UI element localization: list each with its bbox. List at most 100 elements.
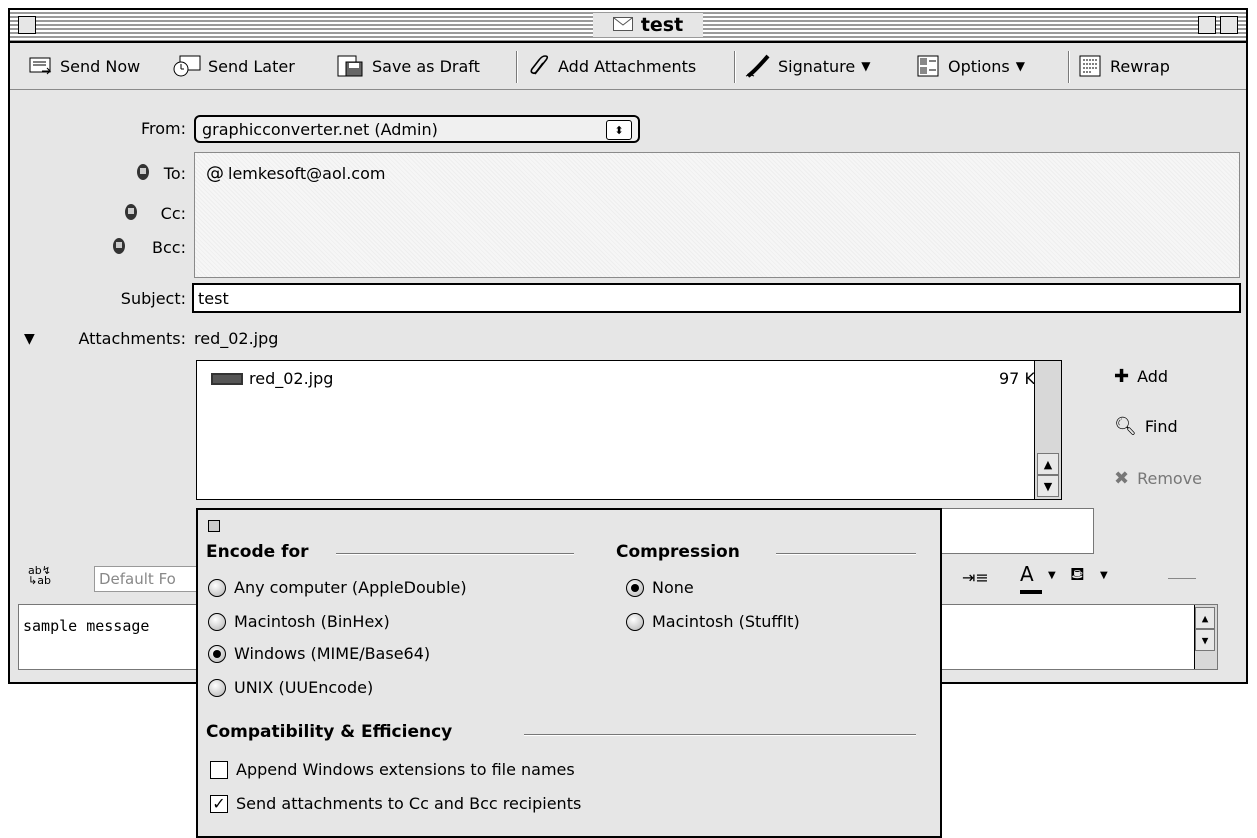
plus-icon: ✚ xyxy=(1114,366,1130,387)
updown-arrows-icon: ⬍ xyxy=(606,120,632,140)
encode-binhex-radio[interactable]: Macintosh (BinHex) xyxy=(208,612,390,631)
paint-bucket-icon[interactable]: ⛾ xyxy=(1070,564,1085,588)
toolbar-separator xyxy=(516,51,518,83)
attachments-list[interactable]: red_02.jpg 97 K ▲ ▼ xyxy=(196,360,1062,500)
add-label: Add xyxy=(1137,367,1169,386)
radio-button-icon xyxy=(208,578,226,597)
send-now-label: Send Now xyxy=(60,56,141,76)
section-rule xyxy=(776,553,916,555)
remove-label: Remove xyxy=(1137,469,1203,488)
title-bar[interactable]: test xyxy=(10,10,1246,43)
close-box[interactable] xyxy=(18,16,36,34)
list-item[interactable]: red_02.jpg xyxy=(211,369,333,388)
scroll-down-icon[interactable]: ▼ xyxy=(1195,629,1215,651)
toolbar: Send Now Send Later Save as Draft Add At… xyxy=(10,43,1246,90)
checkbox-icon xyxy=(210,760,228,779)
to-value: lemkesoft@aol.com xyxy=(228,164,386,183)
find-attachment-button[interactable]: 🔍︎ Find xyxy=(1114,416,1178,437)
section-rule xyxy=(524,734,916,736)
attachments-scrollbar[interactable]: ▲ ▼ xyxy=(1034,361,1061,499)
attachments-label: Attachments: xyxy=(78,329,186,348)
send-now-button[interactable]: Send Now xyxy=(28,43,140,89)
add-attachment-button[interactable]: ✚ Add xyxy=(1114,366,1168,387)
disclosure-triangle-icon[interactable]: ▼ xyxy=(24,331,35,347)
subject-label: Subject: xyxy=(120,289,186,308)
horizontal-rule-icon[interactable] xyxy=(1168,578,1196,579)
message-scrollbar[interactable]: ▲ ▼ xyxy=(1194,605,1217,669)
options-label: Options xyxy=(948,56,1010,76)
envelope-icon xyxy=(612,16,633,35)
compatibility-heading: Compatibility & Efficiency xyxy=(206,722,453,742)
toolbar-separator xyxy=(734,51,736,83)
image-file-icon xyxy=(211,372,243,385)
radio-label: None xyxy=(652,578,694,597)
add-attachments-button[interactable]: Add Attachments xyxy=(528,43,696,89)
scroll-down-icon[interactable]: ▼ xyxy=(1037,475,1059,497)
compression-heading: Compression xyxy=(616,542,740,562)
radio-button-selected-icon xyxy=(626,578,644,597)
signature-pen-icon xyxy=(745,54,770,78)
checkmark-icon: ✓ xyxy=(210,794,228,813)
rewrap-button[interactable]: Rewrap xyxy=(1078,43,1170,89)
options-button[interactable]: Options ▼ xyxy=(916,43,1025,89)
send-now-icon xyxy=(29,57,52,75)
compression-stuffit-radio[interactable]: Macintosh (StuffIt) xyxy=(626,612,800,631)
bcc-label: Bcc: xyxy=(152,238,186,257)
send-to-cc-bcc-checkbox[interactable]: ✓ Send attachments to Cc and Bcc recipie… xyxy=(210,794,581,813)
scroll-up-icon[interactable]: ▲ xyxy=(1195,607,1215,629)
signature-label: Signature xyxy=(778,56,856,76)
subject-input[interactable]: test xyxy=(192,283,1241,313)
spell-check-icon[interactable]: ab↯ ↳ab xyxy=(28,565,51,586)
radio-label: Windows (MIME/Base64) xyxy=(234,644,431,663)
from-value: graphicconverter.net (Admin) xyxy=(202,119,438,139)
dropdown-arrow-icon[interactable]: ▼ xyxy=(1100,570,1108,581)
from-popup[interactable]: graphicconverter.net (Admin) ⬍ xyxy=(194,115,640,143)
paperclip-icon xyxy=(530,55,549,75)
send-later-label: Send Later xyxy=(208,56,295,76)
remove-x-icon: ✖ xyxy=(1114,468,1130,489)
encode-base64-radio[interactable]: Windows (MIME/Base64) xyxy=(208,644,430,663)
radio-button-icon xyxy=(626,612,644,631)
compression-none-radio[interactable]: None xyxy=(626,578,694,597)
checkbox-label: Append Windows extensions to file names xyxy=(236,760,575,779)
address-book-icon xyxy=(124,203,138,225)
send-later-button[interactable]: Send Later xyxy=(172,43,295,89)
signature-button[interactable]: Signature ▼ xyxy=(744,43,870,89)
address-book-icon xyxy=(136,163,150,185)
options-icon xyxy=(917,55,939,77)
radio-button-icon xyxy=(208,612,226,631)
encode-uuencode-radio[interactable]: UNIX (UUEncode) xyxy=(208,678,373,697)
radio-label: Macintosh (StuffIt) xyxy=(652,612,800,631)
find-label: Find xyxy=(1144,417,1178,436)
remove-attachment-button[interactable]: ✖ Remove xyxy=(1114,468,1202,489)
dropdown-arrow-icon[interactable]: ▼ xyxy=(1048,570,1056,581)
at-icon: @ xyxy=(206,163,224,184)
font-menu[interactable]: Default Fo xyxy=(94,566,204,592)
radio-button-selected-icon xyxy=(208,644,226,663)
zoom-box[interactable] xyxy=(1198,16,1216,34)
radio-label: Any computer (AppleDouble) xyxy=(234,578,467,597)
to-recipient[interactable]: @ lemkesoft@aol.com xyxy=(206,163,385,184)
panel-close-box[interactable] xyxy=(208,520,220,532)
dropdown-arrow-icon: ▼ xyxy=(861,59,871,73)
text-color-icon[interactable]: A xyxy=(1020,562,1034,586)
encode-applesingle-radio[interactable]: Any computer (AppleDouble) xyxy=(208,578,467,597)
encode-for-heading: Encode for xyxy=(206,542,309,562)
append-extensions-checkbox[interactable]: Append Windows extensions to file names xyxy=(210,760,575,779)
indent-icon[interactable]: ⇥≡ xyxy=(962,568,989,587)
magnifier-icon: 🔍︎ xyxy=(1114,416,1137,437)
scroll-up-icon[interactable]: ▲ xyxy=(1037,453,1059,475)
save-draft-button[interactable]: Save as Draft xyxy=(336,43,480,89)
attachments-summary: red_02.jpg xyxy=(194,329,279,348)
radio-label: Macintosh (BinHex) xyxy=(234,612,390,631)
collapse-box[interactable] xyxy=(1220,16,1238,34)
from-label: From: xyxy=(140,119,186,138)
text-color-swatch xyxy=(1020,590,1042,594)
window-title: test xyxy=(593,13,703,37)
attachment-name: red_02.jpg xyxy=(249,369,334,388)
attachment-size: 97 K xyxy=(999,369,1035,388)
dropdown-arrow-icon: ▼ xyxy=(1015,59,1025,73)
address-book-icon xyxy=(112,237,126,259)
add-attachments-label: Add Attachments xyxy=(558,56,697,76)
cc-label: Cc: xyxy=(160,204,186,223)
